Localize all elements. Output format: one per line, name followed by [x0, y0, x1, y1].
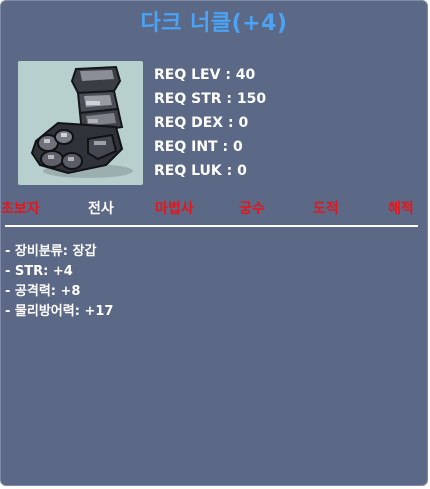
item-image-frame — [18, 61, 143, 185]
stat-category: - 장비분류: 장갑 — [5, 244, 97, 259]
job-list: 초보자 전사 마법사 궁수 도적 해적 — [1, 199, 429, 221]
stat-defense: - 물리방어력: +17 — [5, 304, 114, 319]
requirements-list: REQ LEV : 40 REQ STR : 150 REQ DEX : 0 R… — [154, 63, 266, 183]
job-thief: 도적 — [313, 201, 339, 217]
job-bowman: 궁수 — [239, 201, 265, 217]
stats-list: - 장비분류: 장갑 - STR: +4 - 공격력: +8 - 물리방어력: … — [5, 242, 113, 322]
job-warrior: 전사 — [88, 201, 114, 217]
item-tooltip: 다크 너클(+4) REQ LEV: 40 REQ STR: 150 REQ… — [0, 0, 428, 486]
job-beginner: 초보자 — [1, 201, 40, 217]
req-str: REQ STR : 150 — [154, 91, 267, 107]
req-level: REQ LEV : 40 — [154, 67, 256, 83]
stat-attack: - 공격력: +8 — [5, 284, 81, 299]
divider — [5, 225, 418, 227]
stat-str: - STR: +4 — [5, 264, 73, 279]
job-pirate: 해적 — [388, 201, 414, 217]
dark-knuckle-glove-icon — [30, 65, 133, 178]
req-int: REQ INT : 0 — [154, 139, 243, 155]
req-luk: REQ LUK : 0 — [154, 163, 247, 179]
req-dex: REQ DEX : 0 — [154, 115, 249, 131]
job-magician: 마법사 — [155, 201, 194, 217]
item-name-title: 다크 너클(+4) — [140, 11, 288, 36]
